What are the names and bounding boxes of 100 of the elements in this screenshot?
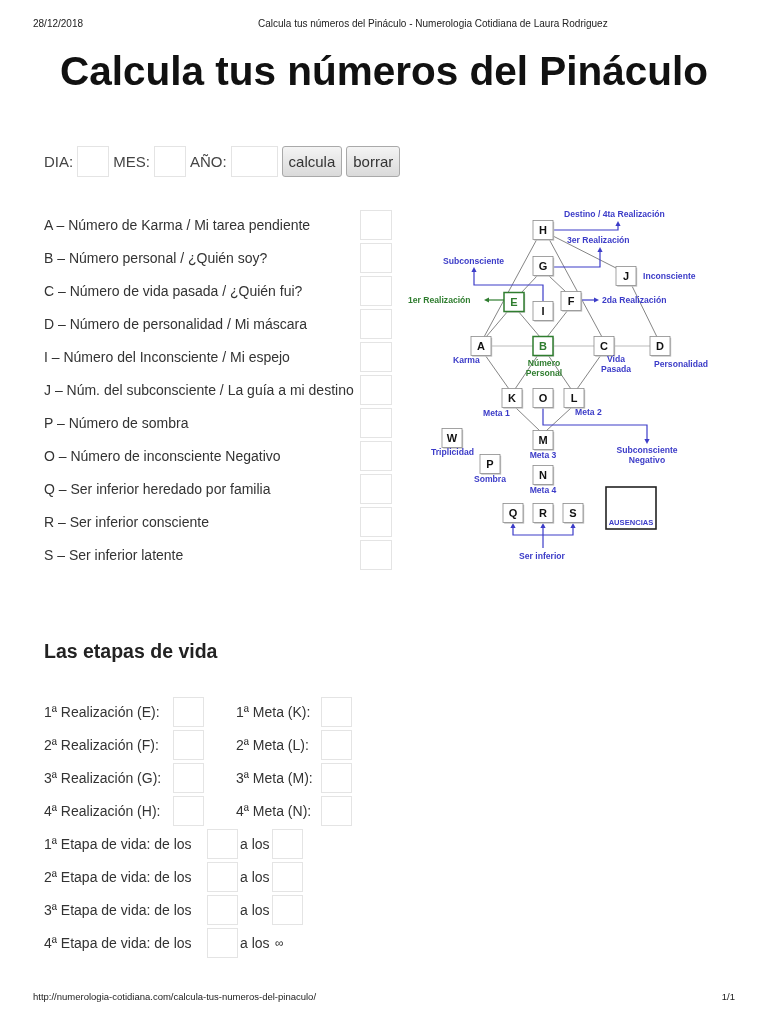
age-field[interactable] [272,828,303,859]
result-field[interactable] [360,209,392,240]
number-description: Q – Ser inferior heredado por familia [44,480,272,497]
number-description: C – Número de vida pasada / ¿Quién fui? [44,282,304,299]
result-field[interactable] [360,407,392,438]
diagram-label: Triplicidad [431,447,474,457]
age-field[interactable] [272,894,303,925]
result-field[interactable] [321,795,352,826]
field-label: AÑO: [189,153,227,170]
diagram-label: Número Personal [525,358,563,378]
result-field[interactable] [360,440,392,471]
age-field[interactable] [207,927,238,958]
connector-line [552,345,595,347]
input-field[interactable] [153,146,186,177]
field-label: DIA: [44,153,74,170]
diagram-node: F [560,291,583,312]
diagram-node: W [441,428,464,449]
result-field[interactable] [173,795,204,826]
diagram-label: Subconsciente Negativo [616,445,678,465]
diagram-node: P [479,454,502,475]
result-field[interactable] [360,275,392,306]
result-field[interactable] [360,473,392,504]
diagram-label: Meta 1 [483,408,510,418]
number-description: J – Núm. del subconsciente / La guía a mi destino [44,381,355,398]
diagram-node: L [563,388,586,409]
diagram-node: S [562,503,585,524]
result-field[interactable] [321,729,352,760]
diagram-node: B [532,335,555,357]
page-header-title: Calcula tus números del Pináculo - Numerologia Cotidiana de Laura Rodriguez [258,18,608,30]
result-field[interactable] [360,242,392,273]
field-label: 3ª Realización (G): [44,769,163,786]
result-field[interactable] [360,539,392,570]
age-field[interactable] [207,894,238,925]
field-label: a los [239,934,271,951]
age-field[interactable] [207,861,238,892]
arrow [552,247,603,268]
number-description: O – Número de inconsciente Negativo [44,447,282,464]
field-label: 2ª Realización (F): [44,736,160,753]
diagram-label: Sombra [474,474,506,484]
field-label: MES: [113,153,150,170]
diagram-label: Meta 3 [529,450,557,460]
diagram-label: 2da Realización [602,295,667,305]
age-field[interactable] [272,861,303,892]
arrow [552,221,621,231]
field-label: a los [239,835,271,852]
field-label: 4ª Etapa de vida: de los [44,934,193,951]
field-label: a los [239,901,271,918]
diagram-node: D [649,336,672,357]
page-title: Calcula tus números del Pináculo [59,47,709,96]
page-url: http://numerologia-cotidiana.com/calcula-tus-numeros-del-pinaculo/ [33,991,317,1003]
diagram-node: Q [502,503,525,524]
diagram-label: Vida Pasada [600,354,632,374]
result-field[interactable] [360,308,392,339]
section-heading: Las etapas de vida [44,639,218,664]
diagram-label: Ser inferior [519,551,565,561]
field-label: 1ª Meta (K): [236,703,312,720]
result-field[interactable] [173,729,204,760]
connector-line [545,407,572,432]
number-description: D – Número de personalidad / Mi máscara [44,315,308,332]
number-description: R – Ser inferior consciente [44,513,210,530]
field-label: 1ª Etapa de vida: de los [44,835,193,852]
number-description: B – Número personal / ¿Quién soy? [44,249,269,266]
connector-line [484,354,510,390]
arrow [580,297,599,303]
number-description: A – Número de Karma / Mi tarea pendiente [44,216,312,233]
page-number: 1/1 [721,991,735,1003]
result-field[interactable] [321,696,352,727]
field-label: 4ª Meta (N): [236,802,313,819]
number-description: I – Número del Inconsciente / Mi espejo [44,348,291,365]
diagram-label: Personalidad [654,359,708,369]
infinity-value: ∞ [274,935,284,950]
result-field[interactable] [360,506,392,537]
calculate-button[interactable]: calcula [281,146,343,177]
diagram-label: Meta 4 [529,485,557,495]
diagram-node: M [532,430,555,451]
input-field[interactable] [77,146,110,177]
field-label: 3ª Etapa de vida: de los [44,901,193,918]
result-field[interactable] [321,762,352,793]
diagram-node: R [532,503,555,524]
age-field[interactable] [207,828,238,859]
diagram-label: Destino / 4ta Realización [564,209,665,219]
diagram-label: Subconsciente [443,256,505,266]
diagram-node: K [501,388,524,409]
number-description: S – Ser inferior latente [44,546,185,563]
connector-line [515,407,541,432]
diagram-label: Inconsciente [643,271,696,281]
number-description: P – Número de sombra [44,414,190,431]
diagram-label: 1er Realización [408,295,471,305]
result-field[interactable] [360,341,392,372]
arrow [510,523,576,549]
clear-button[interactable]: borrar [346,146,401,177]
diagram-label: Meta 2 [575,407,602,417]
connector-line [613,345,651,347]
result-field[interactable] [173,762,204,793]
connector-line [490,345,534,347]
result-field[interactable] [360,374,392,405]
connector-line [576,354,602,390]
result-field[interactable] [173,696,204,727]
input-field[interactable] [230,146,278,177]
diagram-node: I [532,301,555,322]
